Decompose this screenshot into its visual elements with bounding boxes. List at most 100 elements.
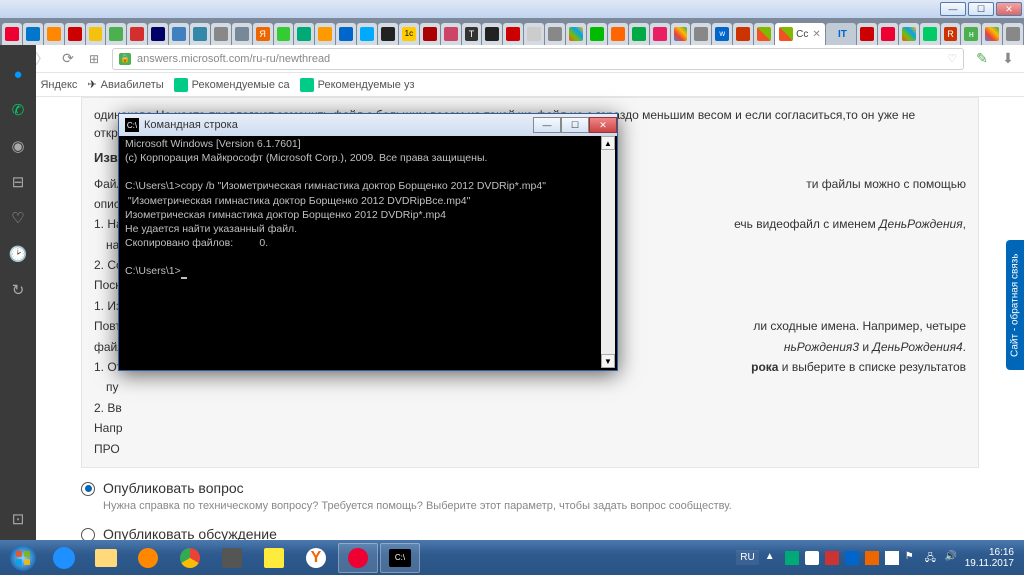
network-icon[interactable]: 🖧 xyxy=(925,551,939,565)
tray-icon[interactable]: ▲ xyxy=(765,551,779,565)
cmd-maximize-button[interactable]: ☐ xyxy=(561,117,589,133)
os-minimize-button[interactable]: — xyxy=(940,2,966,16)
tab[interactable] xyxy=(857,23,877,45)
tab[interactable] xyxy=(671,23,691,45)
task-cmd[interactable]: C:\ xyxy=(380,543,420,573)
bookmark-rec2[interactable]: Рекомендуемые уз xyxy=(300,78,415,92)
tab[interactable] xyxy=(503,23,523,45)
tab[interactable] xyxy=(587,23,607,45)
tab[interactable]: R xyxy=(941,23,961,45)
tab[interactable] xyxy=(629,23,649,45)
bookmarks-icon[interactable]: ⊟ xyxy=(9,173,27,191)
radio-discussion[interactable] xyxy=(81,528,95,540)
task-ie[interactable] xyxy=(44,543,84,573)
radio-question-row[interactable]: Опубликовать вопрос xyxy=(81,480,979,496)
tab[interactable]: w xyxy=(712,23,732,45)
tab[interactable]: н xyxy=(961,23,981,45)
tray-icon[interactable]: ⚑ xyxy=(905,551,919,565)
scroll-up-button[interactable]: ▲ xyxy=(601,136,615,150)
tab[interactable] xyxy=(190,23,210,45)
bookmark-avia[interactable]: ✈Авиабилеты xyxy=(87,78,163,91)
tray-icon[interactable] xyxy=(845,551,859,565)
whatsapp-icon[interactable]: ✆ xyxy=(9,101,27,119)
reload-button[interactable]: ⟳ xyxy=(60,51,76,67)
tab[interactable] xyxy=(169,23,189,45)
tab[interactable]: Я xyxy=(253,23,273,45)
tab[interactable] xyxy=(691,23,711,45)
tab[interactable] xyxy=(608,23,628,45)
tray-icon[interactable] xyxy=(785,551,799,565)
tab[interactable] xyxy=(1003,23,1023,45)
forward-button[interactable]: 〉 xyxy=(34,51,50,67)
tab[interactable] xyxy=(378,23,398,45)
task-app[interactable] xyxy=(212,543,252,573)
tab[interactable] xyxy=(232,23,252,45)
tab[interactable] xyxy=(357,23,377,45)
tray-icon[interactable] xyxy=(865,551,879,565)
url-input[interactable]: 🔒 answers.microsoft.com/ru-ru/newthread … xyxy=(112,48,964,70)
tab[interactable] xyxy=(754,23,774,45)
language-indicator[interactable]: RU xyxy=(736,550,758,565)
tab[interactable] xyxy=(878,23,898,45)
speed-dial-button[interactable]: ⊞ xyxy=(86,51,102,67)
tab[interactable] xyxy=(420,23,440,45)
tab[interactable] xyxy=(315,23,335,45)
tab[interactable]: IT xyxy=(826,23,856,45)
tab[interactable] xyxy=(211,23,231,45)
tab[interactable] xyxy=(86,23,106,45)
tab[interactable] xyxy=(920,23,940,45)
radio-discussion-row[interactable]: Опубликовать обсуждение xyxy=(81,526,979,540)
history-icon[interactable]: 🕑 xyxy=(9,245,27,263)
bookmark-rec1[interactable]: Рекомендуемые са xyxy=(174,78,290,92)
personal-news-icon[interactable]: ♡ xyxy=(9,209,27,227)
cmd-close-button[interactable]: ✕ xyxy=(589,117,617,133)
tab[interactable] xyxy=(274,23,294,45)
messenger-icon[interactable]: ● xyxy=(9,65,27,83)
task-chrome[interactable] xyxy=(170,543,210,573)
settings-icon[interactable]: ⊡ xyxy=(9,510,27,528)
tray-icon[interactable] xyxy=(805,551,819,565)
tab[interactable] xyxy=(545,23,565,45)
download-icon[interactable]: ⬇ xyxy=(1000,51,1016,67)
cmd-titlebar[interactable]: C:\ Командная строка — ☐ ✕ xyxy=(119,114,617,136)
os-close-button[interactable]: ✕ xyxy=(996,2,1022,16)
tab[interactable] xyxy=(650,23,670,45)
tab[interactable] xyxy=(65,23,85,45)
cmd-minimize-button[interactable]: — xyxy=(533,117,561,133)
tab[interactable] xyxy=(23,23,43,45)
tab[interactable] xyxy=(566,23,586,45)
tab[interactable] xyxy=(336,23,356,45)
os-maximize-button[interactable]: ☐ xyxy=(968,2,994,16)
start-button[interactable] xyxy=(4,542,42,574)
close-icon[interactable]: ✕ xyxy=(812,29,820,40)
evernote-icon[interactable]: ✎ xyxy=(974,51,990,67)
tab[interactable]: T xyxy=(462,23,482,45)
task-tc[interactable] xyxy=(254,543,294,573)
task-yandex[interactable]: Y xyxy=(296,543,336,573)
tab[interactable] xyxy=(106,23,126,45)
tab[interactable] xyxy=(148,23,168,45)
tab[interactable]: 1с xyxy=(399,23,419,45)
scroll-down-button[interactable]: ▼ xyxy=(601,354,615,368)
tab[interactable] xyxy=(482,23,502,45)
tab[interactable] xyxy=(982,23,1002,45)
radio-question[interactable] xyxy=(81,482,95,496)
tab[interactable] xyxy=(441,23,461,45)
heart-icon[interactable]: ♡ xyxy=(947,52,957,65)
tab[interactable] xyxy=(899,23,919,45)
snapshot-icon[interactable]: ◉ xyxy=(9,137,27,155)
tab[interactable] xyxy=(127,23,147,45)
extensions-icon[interactable]: ↻ xyxy=(9,281,27,299)
tab[interactable] xyxy=(2,23,22,45)
tab-active[interactable]: Сс✕ xyxy=(775,23,825,45)
task-wmp[interactable] xyxy=(128,543,168,573)
tab[interactable] xyxy=(44,23,64,45)
feedback-tab[interactable]: Сайт - обратная связь xyxy=(1006,240,1024,370)
task-opera[interactable] xyxy=(338,543,378,573)
cmd-window[interactable]: C:\ Командная строка — ☐ ✕ Microsoft Win… xyxy=(118,113,618,371)
taskbar-clock[interactable]: 16:16 19.11.2017 xyxy=(965,547,1014,569)
tray-icon[interactable] xyxy=(885,551,899,565)
task-explorer[interactable] xyxy=(86,543,126,573)
tray-icon[interactable] xyxy=(825,551,839,565)
tab[interactable] xyxy=(524,23,544,45)
